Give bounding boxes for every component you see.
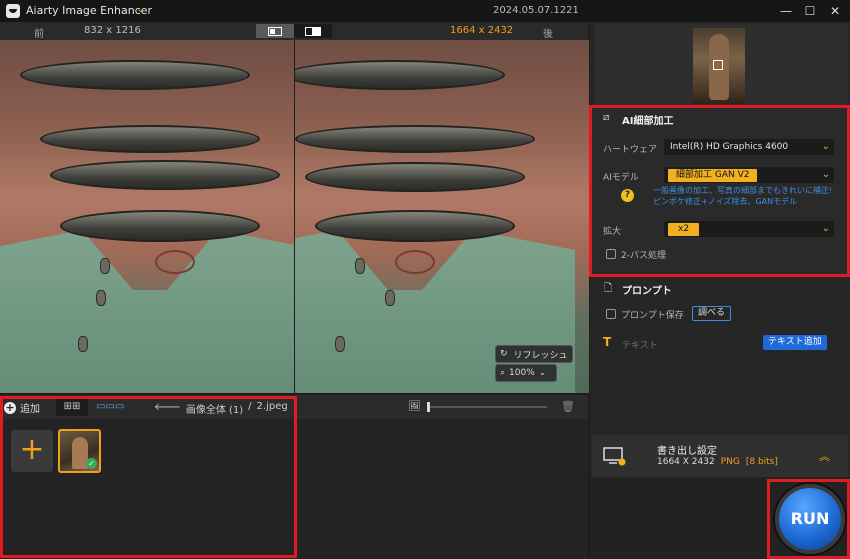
app-logo-icon bbox=[6, 4, 20, 18]
chevron-down-icon: ⌄ bbox=[821, 223, 830, 234]
zoom-select[interactable]: ⌕ 100% ⌄ bbox=[495, 364, 557, 382]
document-icon: 🗋 bbox=[604, 283, 613, 294]
export-settings[interactable] bbox=[592, 435, 848, 477]
two-pass-checkbox[interactable] bbox=[606, 249, 616, 259]
before-size: 832 x 1216 bbox=[84, 25, 141, 36]
plus-icon: + bbox=[4, 400, 16, 414]
text-tool-icon: T bbox=[603, 335, 612, 349]
export-monitor-icon bbox=[603, 447, 626, 466]
chevron-up-icon[interactable]: ︽ bbox=[819, 448, 830, 464]
grid-view-icon: ⊞⊞ bbox=[63, 401, 81, 412]
add-image-button[interactable]: + 追加 bbox=[4, 400, 40, 415]
close-button[interactable]: ✕ bbox=[825, 2, 845, 20]
split-view-button[interactable] bbox=[294, 24, 332, 38]
refresh-icon: ↻ bbox=[500, 349, 508, 359]
model-description-line2: ピンボケ修正+ノイズ除去、GANモデル bbox=[653, 197, 798, 206]
model-label: AIモデル bbox=[603, 173, 639, 183]
zoom-value: 100% bbox=[509, 368, 535, 378]
add-text-button[interactable]: テキスト追加 bbox=[763, 335, 827, 350]
after-size: 1664 x 2432 bbox=[450, 25, 514, 36]
strip-view-button[interactable]: ▭▭▭ bbox=[96, 398, 124, 416]
export-size: 1664 X 2432 bbox=[657, 457, 715, 467]
after-image[interactable] bbox=[295, 40, 589, 393]
before-label: 前 bbox=[34, 29, 44, 40]
navigator-preview[interactable] bbox=[595, 24, 848, 106]
grid-view-button[interactable]: ⊞⊞ bbox=[56, 398, 88, 416]
breadcrumb-separator: / bbox=[248, 401, 252, 412]
image-thumbnail[interactable]: ✓ bbox=[58, 429, 101, 473]
breadcrumb-root[interactable]: 画像全体 (1) bbox=[186, 401, 243, 416]
version-label: 2024.05.07.1221 bbox=[493, 5, 579, 16]
after-label: 後 bbox=[543, 29, 553, 40]
two-pass-label: 2-パス処理 bbox=[621, 251, 666, 261]
hardware-select[interactable]: Intel(R) HD Graphics 4600 ⌄ bbox=[664, 139, 834, 155]
export-format: PNG bbox=[720, 457, 740, 467]
app-title: Aiarty Image Enhancer bbox=[26, 4, 153, 17]
strip-view-icon: ▭▭▭ bbox=[96, 401, 125, 412]
add-label: 追加 bbox=[20, 404, 40, 415]
slider-track[interactable] bbox=[426, 401, 547, 412]
export-bits: [8 bits] bbox=[745, 457, 778, 467]
model-description: 一般画像の加工、写真の細部までもきれいに補正! ピンボケ修正+ノイズ除去、GAN… bbox=[653, 185, 832, 207]
help-icon[interactable]: ? bbox=[621, 189, 634, 202]
back-arrow-icon[interactable]: 🡐 bbox=[154, 401, 181, 416]
prompt-save-checkbox[interactable] bbox=[606, 309, 616, 319]
minimize-button[interactable]: — bbox=[776, 2, 796, 20]
thumbnail-size-slider[interactable]: 🖼 bbox=[408, 401, 547, 412]
chevron-down-icon: ⌄ bbox=[538, 368, 547, 378]
refresh-label: リフレッシュ bbox=[513, 350, 568, 361]
scale-select[interactable]: x2 ⌄ bbox=[664, 221, 834, 237]
refresh-button[interactable]: ↻ リフレッシュ bbox=[495, 345, 573, 363]
export-title: 書き出し設定 bbox=[657, 446, 717, 457]
check-icon: ✓ bbox=[86, 458, 97, 469]
zoom-icon: ⌕ bbox=[500, 368, 506, 378]
prompt-save-label: プロンプト保存 bbox=[621, 311, 684, 321]
lookup-button[interactable]: 調べる bbox=[692, 306, 732, 321]
hardware-value: Intel(R) HD Graphics 4600 bbox=[670, 142, 789, 152]
model-select[interactable]: 細部加工 GAN V2 ⌄ bbox=[664, 167, 834, 183]
add-image-tile[interactable]: + bbox=[11, 430, 53, 472]
breadcrumb-file: 2.jpeg bbox=[256, 401, 288, 412]
breadcrumb: 🡐 画像全体 (1) / 2.jpeg bbox=[154, 401, 288, 416]
chevron-down-icon: ⌄ bbox=[821, 141, 830, 152]
chevron-down-icon: ⌄ bbox=[821, 169, 830, 180]
queue-toolbar: + 追加 ⊞⊞ ▭▭▭ 🡐 画像全体 (1) / 2.jpeg 🖼 🗑 bbox=[0, 395, 588, 419]
view-mode-toggle bbox=[256, 24, 332, 38]
title-bar: Aiarty Image Enhancer ⌄ 2024.05.07.1221 … bbox=[0, 0, 850, 22]
scale-value: x2 bbox=[668, 223, 700, 236]
single-view-icon bbox=[268, 26, 282, 36]
compare-header: 前 832 x 1216 1664 x 2432 後 bbox=[0, 22, 588, 40]
split-view-icon bbox=[305, 26, 321, 36]
hardware-label: ハートウェア bbox=[603, 145, 658, 155]
app-menu-chevron-icon[interactable]: ⌄ bbox=[136, 2, 145, 15]
trash-icon[interactable]: 🗑 bbox=[561, 400, 575, 413]
model-value: 細部加工 GAN V2 bbox=[668, 169, 758, 182]
export-summary: 1664 X 2432 PNG [8 bits] bbox=[657, 457, 778, 467]
slider-knob[interactable] bbox=[426, 401, 430, 412]
maximize-button[interactable]: ☐ bbox=[800, 2, 820, 20]
ai-section-title: AI細部加工 bbox=[622, 116, 674, 127]
single-view-button[interactable] bbox=[256, 24, 294, 38]
enhance-icon: ⧄ bbox=[603, 112, 610, 123]
scale-label: 拡大 bbox=[603, 227, 622, 237]
model-description-line1: 一般画像の加工、写真の細部までもきれいに補正! bbox=[653, 186, 833, 195]
before-image[interactable] bbox=[0, 40, 294, 393]
run-button[interactable]: RUN bbox=[775, 484, 845, 554]
prompt-title: プロンプト bbox=[622, 286, 672, 297]
image-icon: 🖼 bbox=[408, 401, 421, 412]
text-input[interactable]: テキスト bbox=[622, 338, 658, 351]
viewport-box[interactable] bbox=[713, 60, 723, 70]
